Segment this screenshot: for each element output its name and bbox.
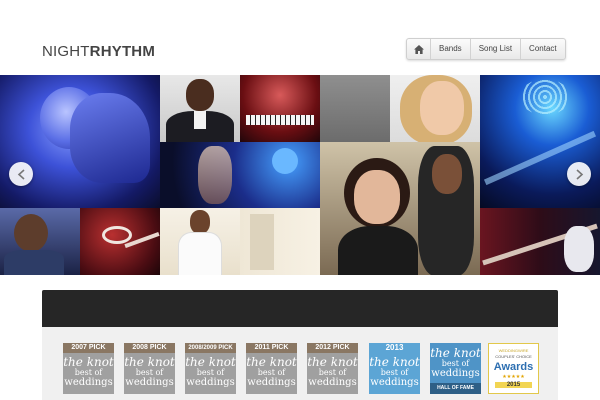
- award-line: best of: [135, 368, 164, 377]
- award-brand: the knot: [369, 355, 420, 369]
- photo-mosaic-slider: [0, 75, 600, 275]
- award-brand: WEDDINGWIRE: [498, 348, 529, 353]
- photo-man-suit: [160, 75, 240, 142]
- award-badge-2008-2009[interactable]: 2008/2009 PICK the knot best of weddings: [185, 343, 236, 394]
- award-badge-2007[interactable]: 2007 PICK the knot best of weddings: [63, 343, 114, 394]
- award-line: weddings: [431, 368, 480, 379]
- award-line: COUPLES' CHOICE: [495, 354, 532, 359]
- award-title: Awards: [493, 361, 534, 373]
- award-line: weddings: [370, 377, 419, 388]
- award-year: 2015: [495, 382, 532, 388]
- logo-light-text: NIGHT: [42, 43, 90, 60]
- award-badge-2008[interactable]: 2008 PICK the knot best of weddings: [124, 343, 175, 394]
- award-brand: the knot: [63, 355, 114, 369]
- award-badge-2011[interactable]: 2011 PICK the knot best of weddings: [246, 343, 297, 394]
- award-hall-of-fame-label: HALL OF FAME: [430, 383, 481, 394]
- award-brand: the knot: [307, 355, 358, 369]
- award-line: best of: [196, 368, 225, 377]
- award-line: best of: [318, 368, 347, 377]
- photo-male-singer: [0, 208, 80, 275]
- award-brand: the knot: [246, 355, 297, 369]
- main-nav: Bands Song List Contact: [406, 38, 566, 60]
- award-badge-2012[interactable]: 2012 PICK the knot best of weddings: [307, 343, 358, 394]
- photo-man-white-shirt: [160, 208, 240, 275]
- photo-singer-woman: [0, 75, 160, 208]
- photo-doorway: [240, 208, 320, 275]
- award-line: best of: [257, 368, 286, 377]
- award-badge-2013[interactable]: 2013 the knot best of weddings: [369, 343, 420, 394]
- award-year: 2008/2009 PICK: [185, 343, 236, 353]
- award-line: weddings: [125, 377, 174, 388]
- award-brand: the knot: [185, 355, 236, 369]
- award-year: 2012 PICK: [307, 343, 358, 353]
- logo-bold-text: RHYTHM: [89, 43, 156, 60]
- chevron-right-icon: [575, 168, 583, 180]
- awards-header-bar: [42, 290, 558, 327]
- slider-prev-button[interactable]: [9, 162, 33, 186]
- award-line: weddings: [64, 377, 113, 388]
- award-year: 2007 PICK: [63, 343, 114, 353]
- award-line: best of: [74, 368, 103, 377]
- award-line: weddings: [186, 377, 235, 388]
- nav-contact[interactable]: Contact: [520, 39, 565, 59]
- photo-dancer-blue: [160, 142, 320, 208]
- photo-guitar-player: [480, 208, 600, 275]
- award-year: 2013: [369, 343, 420, 353]
- slider-next-button[interactable]: [567, 162, 591, 186]
- nav-song-list[interactable]: Song List: [469, 39, 520, 59]
- awards-section: 2007 PICK the knot best of weddings 2008…: [42, 290, 558, 400]
- award-brand: the knot: [430, 346, 481, 360]
- photo-stage-lights: [480, 75, 600, 208]
- site-header: NIGHTRHYTHM Bands Song List Contact: [0, 0, 600, 75]
- photo-trumpet: [80, 208, 160, 275]
- award-year: 2011 PICK: [246, 343, 297, 353]
- photo-gray-panel: [320, 75, 390, 142]
- award-line: best of: [380, 368, 409, 377]
- award-line: weddings: [247, 377, 296, 388]
- award-line: weddings: [308, 377, 357, 388]
- award-brand: the knot: [124, 355, 175, 369]
- site-logo[interactable]: NIGHTRHYTHM: [42, 43, 155, 60]
- chevron-left-icon: [17, 168, 25, 180]
- star-rating-icon: ★★★★★: [502, 374, 525, 380]
- award-line: best of: [441, 359, 470, 368]
- award-badge-weddingwire-2015[interactable]: WEDDINGWIRE COUPLES' CHOICE Awards ★★★★★…: [488, 343, 539, 394]
- photo-smiling-woman: [390, 75, 480, 142]
- photo-couple: [320, 142, 480, 275]
- nav-home[interactable]: [407, 39, 430, 59]
- award-year: 2008 PICK: [124, 343, 175, 353]
- photo-dj-keyboard: [240, 75, 320, 142]
- award-badge-hall-of-fame[interactable]: the knot best of weddings HALL OF FAME: [430, 343, 481, 394]
- nav-bands[interactable]: Bands: [430, 39, 470, 59]
- home-icon: [413, 44, 424, 54]
